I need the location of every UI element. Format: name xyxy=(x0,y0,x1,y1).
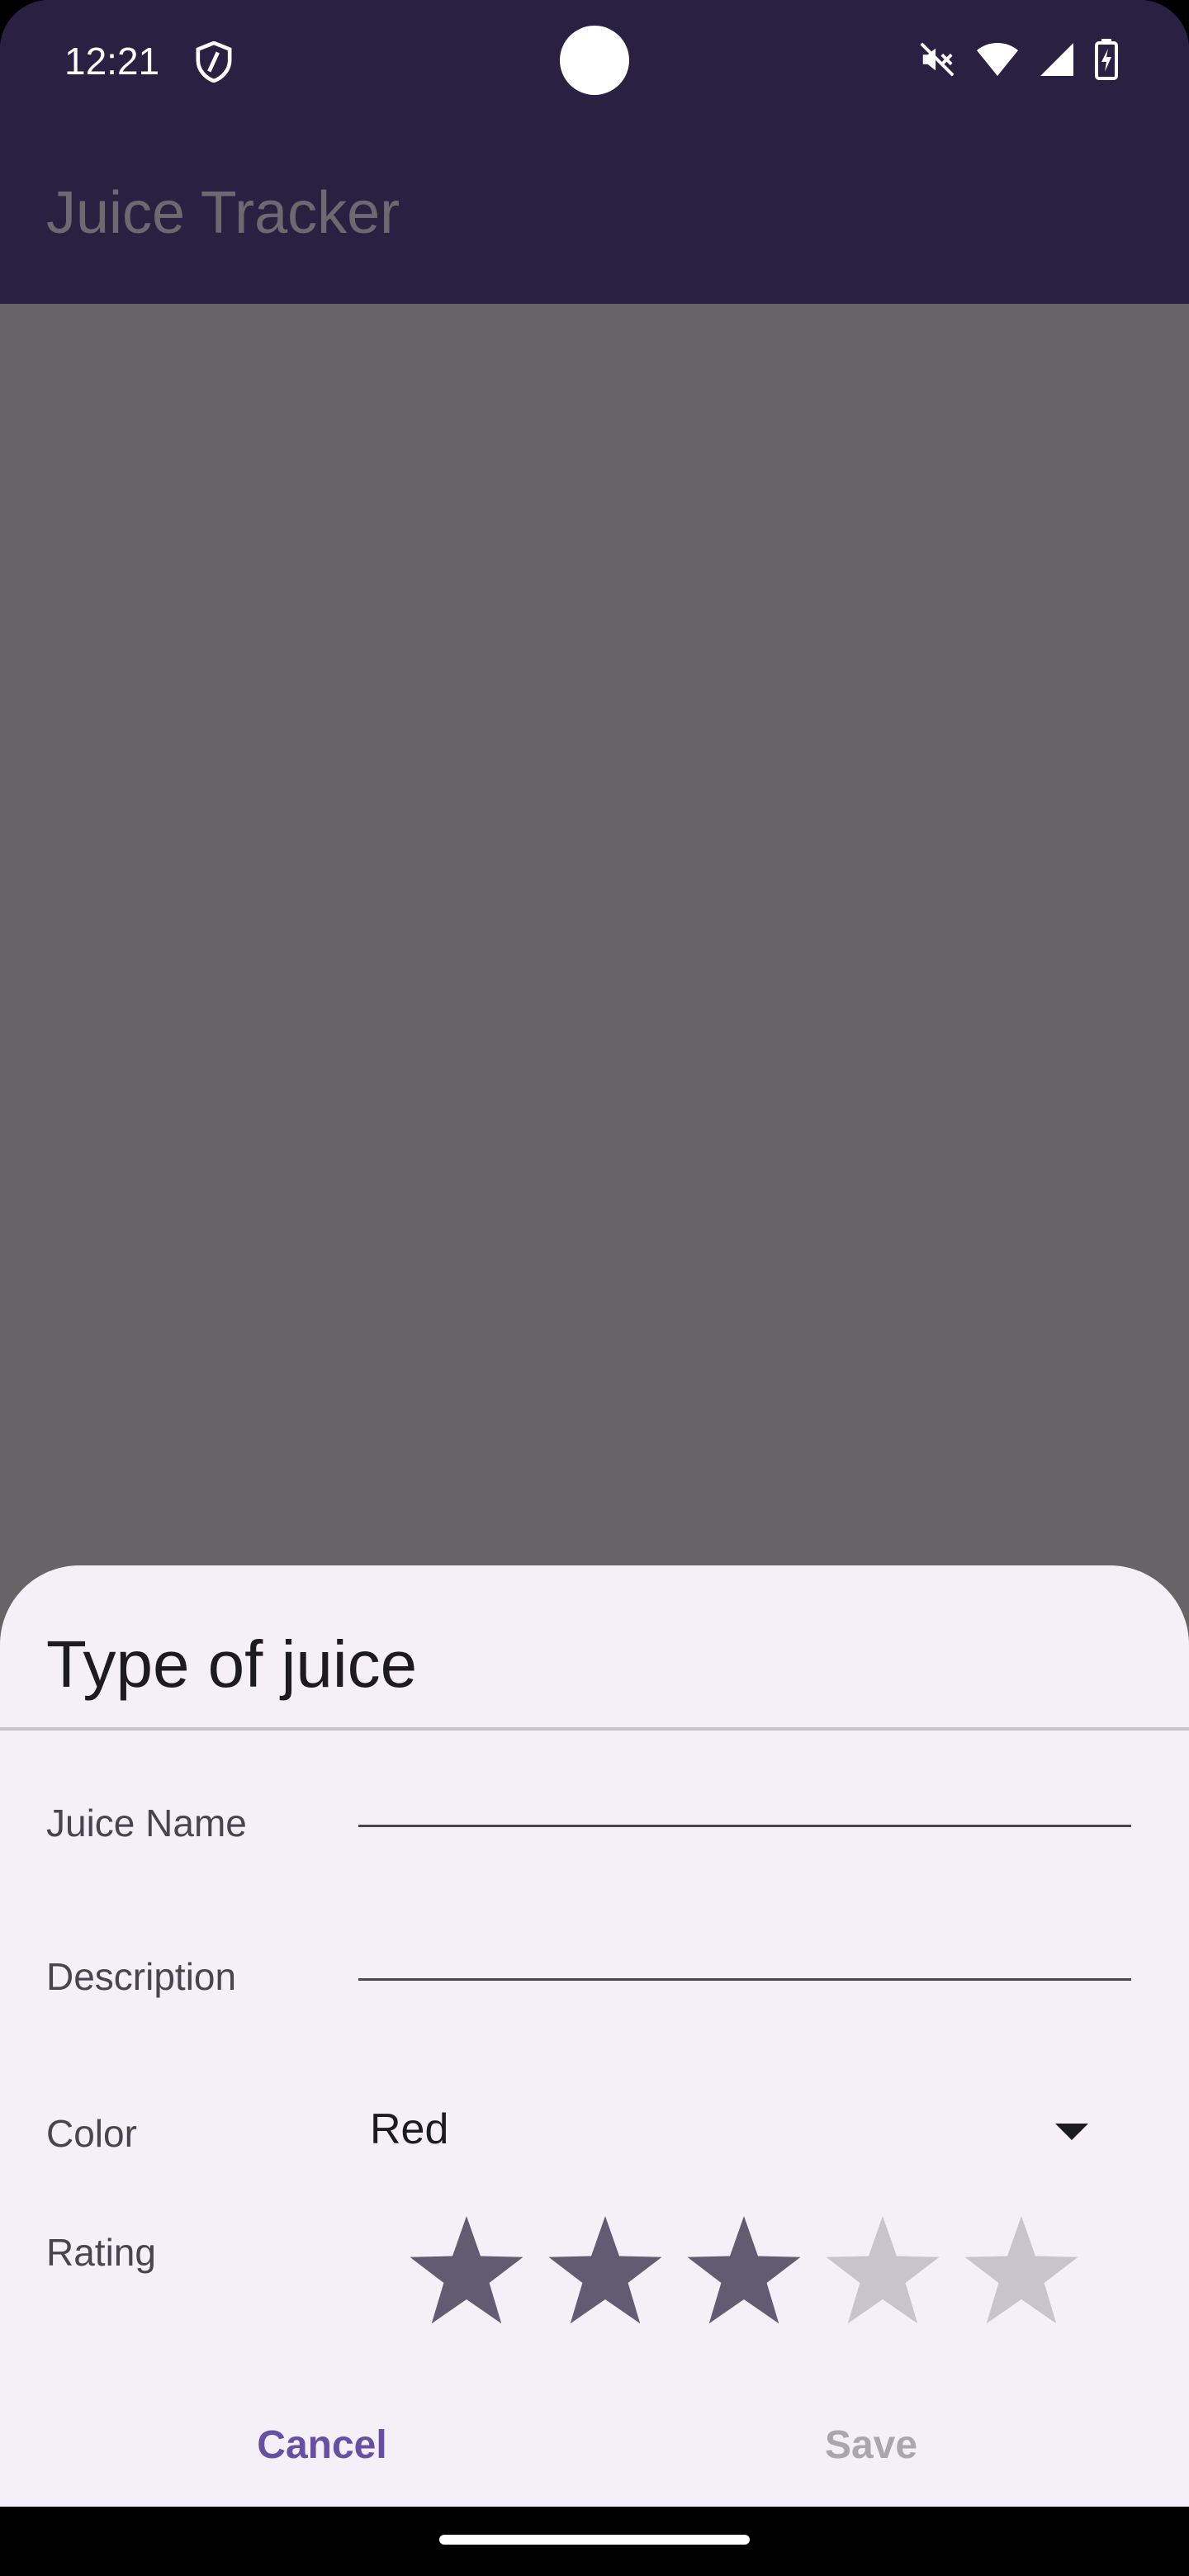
star-icon-4[interactable] xyxy=(821,2209,945,2333)
star-icon-5[interactable] xyxy=(959,2209,1083,2333)
rating-label: Rating xyxy=(46,2231,156,2274)
vibrate-off-icon xyxy=(920,42,955,77)
status-time: 12:21 xyxy=(64,40,160,83)
juice-name-input[interactable] xyxy=(358,1750,1131,1827)
top-app-bar: 12:21 Juice Tracker xyxy=(0,0,1189,304)
description-input[interactable] xyxy=(358,1904,1131,1981)
phone-screen: 12:21 Juice Tracker Type of juice Juice … xyxy=(0,0,1189,2576)
wifi-icon xyxy=(977,43,1018,76)
status-icons xyxy=(918,38,1118,81)
app-window: 12:21 Juice Tracker Type of juice Juice … xyxy=(0,0,1189,2507)
color-label: Color xyxy=(46,2112,137,2155)
dropdown-arrow-icon[interactable] xyxy=(1055,2124,1088,2140)
shield-icon xyxy=(196,41,232,83)
cancel-button[interactable]: Cancel xyxy=(256,2421,388,2470)
rating-stars xyxy=(405,2209,1090,2333)
star-icon-3[interactable] xyxy=(682,2209,806,2333)
sheet-title: Type of juice xyxy=(46,1627,418,1701)
description-label: Description xyxy=(46,1955,237,1998)
camera-cutout xyxy=(560,26,629,95)
app-title: Juice Tracker xyxy=(46,180,400,246)
star-icon-1[interactable] xyxy=(405,2209,528,2333)
signal-icon xyxy=(1040,43,1073,76)
gesture-nav-handle[interactable] xyxy=(439,2535,750,2545)
color-selected-value: Red xyxy=(370,2105,449,2153)
juice-bottom-sheet: Type of juice Juice Name Description Col… xyxy=(0,1565,1189,2507)
color-dropdown[interactable] xyxy=(358,2081,1131,2180)
battery-charging-icon xyxy=(1095,39,1118,80)
juice-name-label: Juice Name xyxy=(46,1802,247,1844)
save-button[interactable]: Save xyxy=(817,2421,925,2470)
sheet-divider xyxy=(0,1727,1189,1731)
star-icon-2[interactable] xyxy=(543,2209,667,2333)
